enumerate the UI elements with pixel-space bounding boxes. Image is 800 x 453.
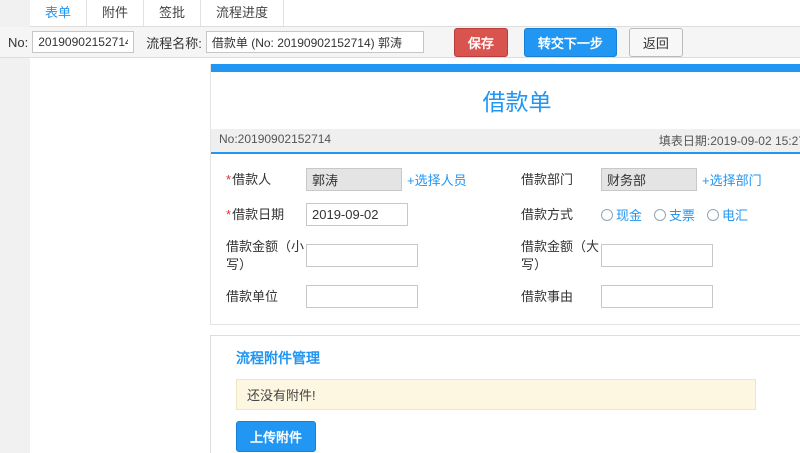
radio-check-label: 支票 (669, 208, 696, 223)
radio-icon (707, 208, 720, 221)
unit-label: 借款单位 (226, 288, 279, 304)
next-step-button[interactable]: 转交下一步 (523, 27, 617, 57)
save-button[interactable]: 保存 (453, 27, 508, 57)
amount-big-label: 借款金额（大写） (521, 239, 600, 272)
toolbar: No: 流程名称: 保存 转交下一步 返回 (0, 27, 800, 58)
department-label: 借款部门 (521, 171, 574, 187)
process-name-label: 流程名称: (146, 35, 202, 51)
required-mark: * (226, 206, 232, 222)
panel-accent-bar (211, 64, 800, 72)
select-person-link[interactable]: +选择人员 (407, 170, 467, 189)
method-label: 借款方式 (521, 206, 574, 222)
form-title: 借款单 (482, 89, 552, 115)
amount-small-control (306, 244, 521, 268)
attachments-title: 流程附件管理 (236, 350, 320, 367)
amount-small-label: 借款金额（小写） (226, 239, 305, 272)
unit-control (306, 285, 521, 309)
amount-big-input[interactable] (601, 244, 713, 268)
required-mark: * (226, 171, 232, 187)
reason-input[interactable] (601, 285, 713, 309)
borrow-date-control (306, 203, 521, 226)
form-row: 借款金额（小写） 借款金额（大写） (226, 238, 800, 273)
radio-icon (601, 208, 613, 221)
borrow-date-label: *借款日期 (226, 206, 285, 222)
amount-big-control (601, 244, 800, 268)
borrower-input[interactable] (306, 168, 402, 191)
borrower-label: *借款人 (226, 171, 272, 187)
amount-small-input[interactable] (306, 244, 418, 268)
tab-approval[interactable]: 签批 (144, 0, 202, 26)
loan-form-panel: 借款单 No:20190902152714 填表日期:2019-09-02 15… (210, 64, 800, 326)
no-input[interactable] (32, 31, 135, 53)
upload-attachment-button[interactable]: 上传附件 (236, 421, 317, 453)
form-row: *借款人 +选择人员 借款部门 +选择部门 (226, 168, 800, 191)
form-fill-date: 填表日期:2019-09-02 15:27:1 (658, 134, 800, 148)
radio-cash-label: 现金 (616, 208, 643, 223)
radio-wire-label: 电汇 (722, 208, 749, 223)
tab-attachments[interactable]: 附件 (87, 0, 145, 26)
radio-icon (654, 208, 667, 221)
radio-check[interactable]: 支票 (654, 205, 695, 224)
method-radio-group: 现金 支票 电汇 (601, 205, 800, 224)
unit-input[interactable] (306, 285, 418, 309)
select-department-link[interactable]: +选择部门 (702, 170, 762, 189)
attachments-panel: 流程附件管理 还没有附件! 上传附件 (210, 335, 800, 453)
tab-bar: 表单 附件 签批 流程进度 (30, 0, 800, 27)
form-meta-bar: No:20190902152714 填表日期:2019-09-02 15:27:… (211, 129, 800, 154)
tab-progress[interactable]: 流程进度 (201, 0, 285, 26)
process-name-input[interactable] (205, 31, 424, 53)
tab-form[interactable]: 表单 (30, 0, 88, 26)
form-row: 借款单位 借款事由 (226, 285, 800, 309)
radio-cash[interactable]: 现金 (601, 205, 642, 224)
form-fields: *借款人 +选择人员 借款部门 +选择部门 *借款日期 (211, 154, 800, 324)
back-button[interactable]: 返回 (628, 27, 683, 57)
borrow-date-input[interactable] (306, 203, 408, 226)
content-area: 借款单 No:20190902152714 填表日期:2019-09-02 15… (30, 58, 800, 453)
no-label: No: (8, 34, 29, 50)
form-row: *借款日期 借款方式 现金 支票 (226, 203, 800, 226)
no-attachments-message: 还没有附件! (236, 379, 756, 411)
department-control: +选择部门 (601, 168, 800, 191)
form-number: No:20190902152714 (219, 132, 332, 146)
reason-control (601, 285, 800, 309)
radio-wire[interactable]: 电汇 (707, 205, 748, 224)
reason-label: 借款事由 (521, 288, 574, 304)
borrower-control: +选择人员 (306, 168, 521, 191)
left-rail (0, 0, 30, 453)
department-input[interactable] (601, 168, 697, 191)
